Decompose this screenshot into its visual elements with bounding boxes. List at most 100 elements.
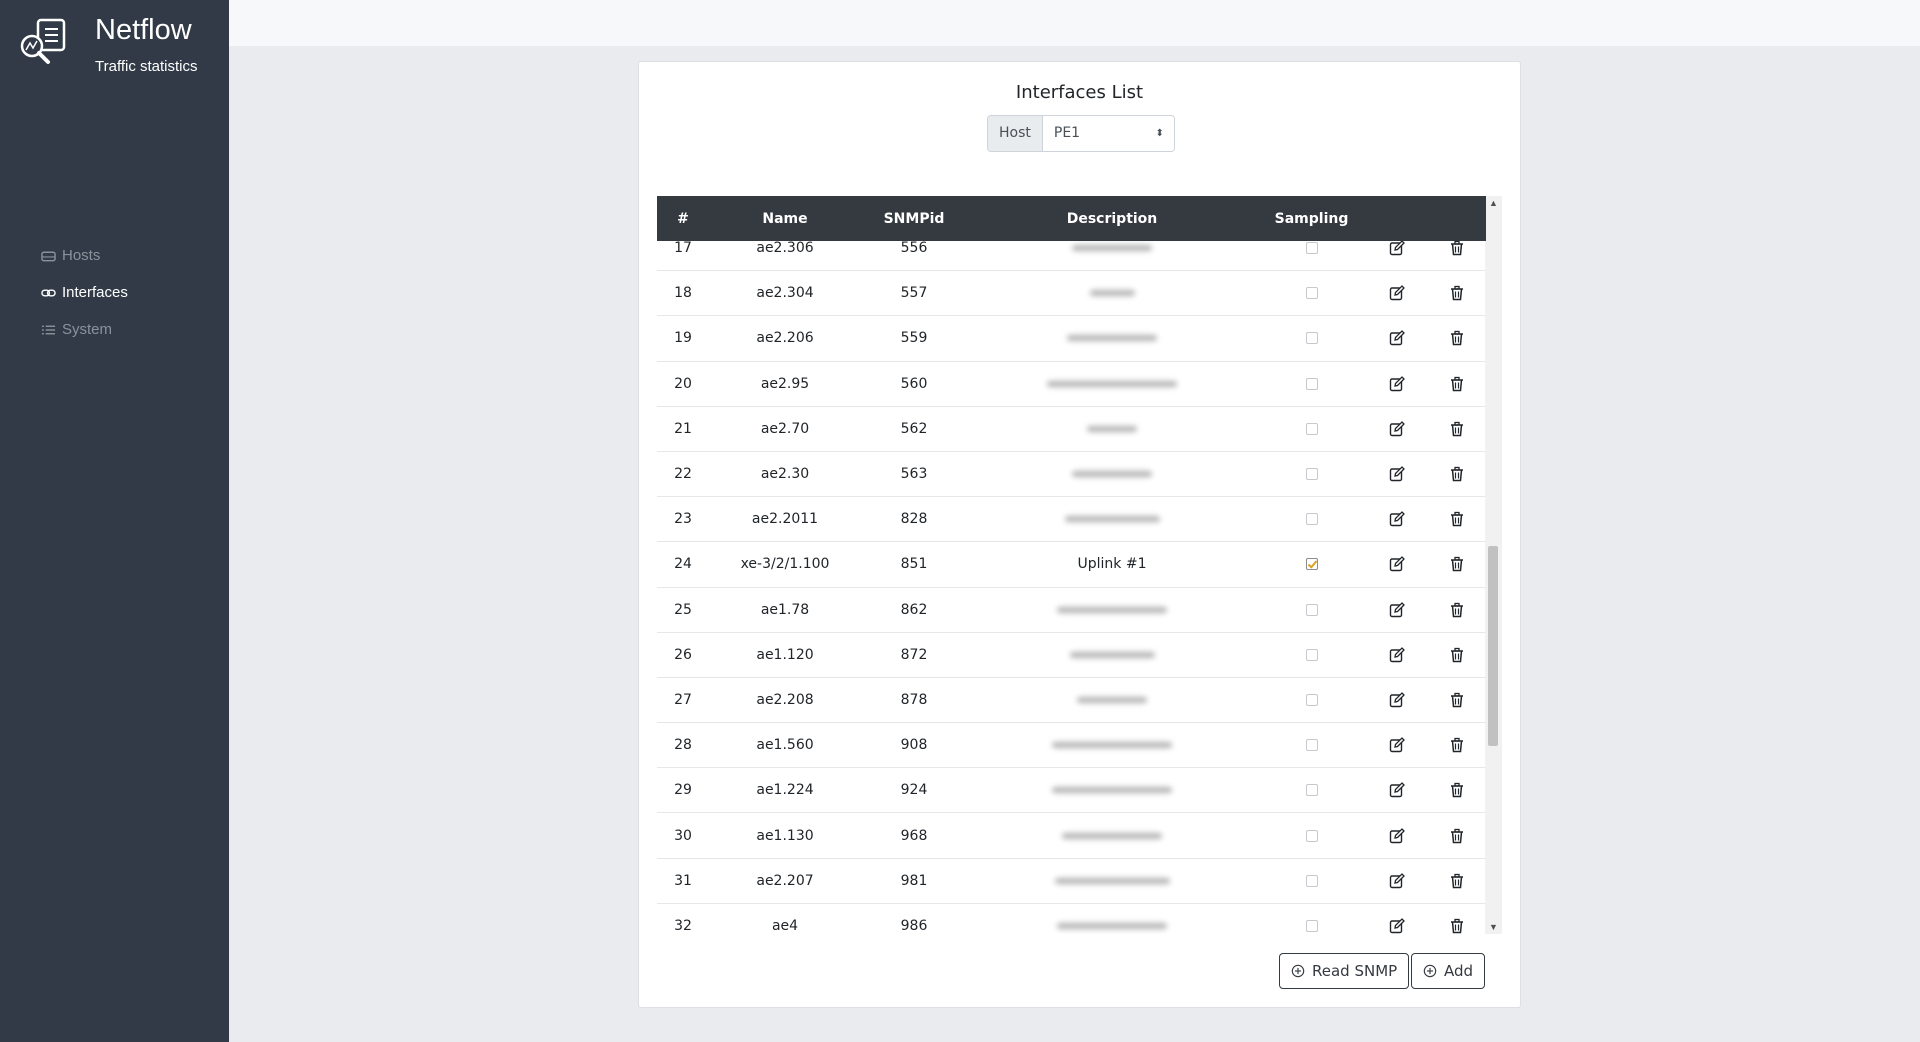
sampling-checkbox[interactable] xyxy=(1305,558,1318,571)
sidebar-item-hosts[interactable]: Hosts xyxy=(41,247,100,264)
edit-icon[interactable] xyxy=(1389,330,1405,346)
interface-name: ae2.207 xyxy=(756,872,814,889)
add-button[interactable]: Add xyxy=(1411,953,1486,989)
trash-icon[interactable] xyxy=(1449,782,1465,798)
edit-icon[interactable] xyxy=(1389,240,1405,256)
table-row: 28 ae1.560 908 xyxy=(657,723,1486,769)
edit-cell xyxy=(1366,556,1427,572)
sidebar-item-interfaces[interactable]: Interfaces xyxy=(41,284,128,301)
host-select[interactable]: PE1 ⬍ xyxy=(1042,116,1174,151)
trash-icon[interactable] xyxy=(1449,466,1465,482)
redacted-description xyxy=(1069,651,1155,658)
trash-icon[interactable] xyxy=(1449,285,1465,301)
snmp-id: 851 xyxy=(900,556,928,573)
sampling-checkbox[interactable] xyxy=(1305,648,1318,661)
edit-icon[interactable] xyxy=(1389,827,1405,844)
edit-cell xyxy=(1366,646,1427,663)
sampling-checkbox[interactable] xyxy=(1305,603,1318,616)
redacted-description xyxy=(1057,606,1167,613)
interface-name: ae1.560 xyxy=(756,737,814,754)
trash-icon[interactable] xyxy=(1449,873,1465,889)
app-subtitle: Traffic statistics xyxy=(95,58,198,75)
row-number: 31 xyxy=(674,872,692,889)
table-row: 20 ae2.95 560 xyxy=(657,362,1486,407)
trash-icon[interactable] xyxy=(1449,421,1465,437)
redacted-description xyxy=(1062,832,1162,839)
sampling-cell xyxy=(1257,242,1366,255)
row-number: 30 xyxy=(674,827,692,844)
table-row: 21 ae2.70 562 xyxy=(657,407,1486,452)
column-header-description[interactable]: Description xyxy=(967,196,1257,241)
sampling-checkbox[interactable] xyxy=(1305,287,1318,300)
edit-icon[interactable] xyxy=(1389,646,1405,663)
trash-icon[interactable] xyxy=(1449,737,1465,753)
redacted-description xyxy=(1054,877,1170,884)
edit-icon[interactable] xyxy=(1389,375,1405,392)
sampling-cell xyxy=(1257,829,1366,842)
sampling-checkbox[interactable] xyxy=(1305,919,1318,932)
description-cell: Uplink #1 xyxy=(967,542,1257,586)
edit-icon[interactable] xyxy=(1389,285,1405,301)
column-header-name[interactable]: Name xyxy=(709,211,861,227)
description-cell xyxy=(967,904,1257,934)
trash-icon[interactable] xyxy=(1449,376,1465,392)
sampling-cell xyxy=(1257,648,1366,661)
table-row: 26 ae1.120 872 xyxy=(657,633,1486,678)
sampling-cell xyxy=(1257,287,1366,300)
trash-icon[interactable] xyxy=(1449,511,1465,527)
sampling-cell xyxy=(1257,332,1366,345)
read-snmp-button[interactable]: Read SNMP xyxy=(1279,953,1410,989)
sampling-checkbox[interactable] xyxy=(1305,693,1318,706)
edit-icon[interactable] xyxy=(1389,782,1405,798)
edit-icon[interactable] xyxy=(1389,872,1405,889)
sampling-checkbox[interactable] xyxy=(1305,242,1318,255)
column-header-sampling[interactable]: Sampling xyxy=(1257,211,1366,227)
snmp-id: 560 xyxy=(900,375,928,392)
sampling-checkbox[interactable] xyxy=(1305,422,1318,435)
sidebar-item-system[interactable]: System xyxy=(41,321,112,338)
sampling-checkbox[interactable] xyxy=(1305,739,1318,752)
trash-icon[interactable] xyxy=(1449,692,1465,708)
sidebar-item-label: Interfaces xyxy=(62,284,128,301)
sampling-checkbox[interactable] xyxy=(1305,468,1318,481)
delete-cell xyxy=(1427,466,1486,482)
sampling-checkbox[interactable] xyxy=(1305,377,1318,390)
trash-icon[interactable] xyxy=(1449,240,1465,256)
edit-icon[interactable] xyxy=(1389,601,1405,618)
sampling-checkbox[interactable] xyxy=(1305,874,1318,887)
description-cell xyxy=(967,768,1257,812)
edit-icon[interactable] xyxy=(1389,466,1405,482)
trash-icon[interactable] xyxy=(1449,602,1465,618)
sampling-checkbox[interactable] xyxy=(1305,784,1318,797)
sampling-checkbox[interactable] xyxy=(1305,829,1318,842)
edit-icon[interactable] xyxy=(1389,737,1405,753)
edit-icon[interactable] xyxy=(1389,692,1405,708)
delete-cell xyxy=(1427,828,1486,844)
scroll-up-icon[interactable]: ▲ xyxy=(1489,198,1498,208)
sampling-checkbox[interactable] xyxy=(1305,513,1318,526)
scroll-down-icon[interactable]: ▼ xyxy=(1489,922,1498,932)
sampling-checkbox[interactable] xyxy=(1305,332,1318,345)
delete-cell xyxy=(1427,330,1486,346)
column-header-snmpid[interactable]: SNMPid xyxy=(861,211,967,227)
trash-icon[interactable] xyxy=(1449,647,1465,663)
edit-icon[interactable] xyxy=(1389,556,1405,572)
delete-cell xyxy=(1427,647,1486,663)
row-number: 18 xyxy=(674,285,692,302)
interface-name: ae2.306 xyxy=(756,240,814,257)
edit-cell xyxy=(1366,917,1427,934)
interface-name: ae2.70 xyxy=(760,420,810,437)
trash-icon[interactable] xyxy=(1449,828,1465,844)
edit-icon[interactable] xyxy=(1389,917,1405,934)
trash-icon[interactable] xyxy=(1449,556,1465,572)
edit-icon[interactable] xyxy=(1389,420,1405,437)
edit-icon[interactable] xyxy=(1389,511,1405,527)
column-header-number[interactable]: # xyxy=(657,211,709,227)
table-scrollbar[interactable]: ▲ ▼ xyxy=(1485,196,1502,934)
trash-icon[interactable] xyxy=(1449,330,1465,346)
trash-icon[interactable] xyxy=(1449,918,1465,934)
edit-cell xyxy=(1366,827,1427,844)
table-row: 30 ae1.130 968 xyxy=(657,813,1486,859)
scrollbar-thumb[interactable] xyxy=(1488,546,1498,746)
interfaces-card: Interfaces List Host PE1 ⬍ # Name SNMPid… xyxy=(638,61,1521,1008)
